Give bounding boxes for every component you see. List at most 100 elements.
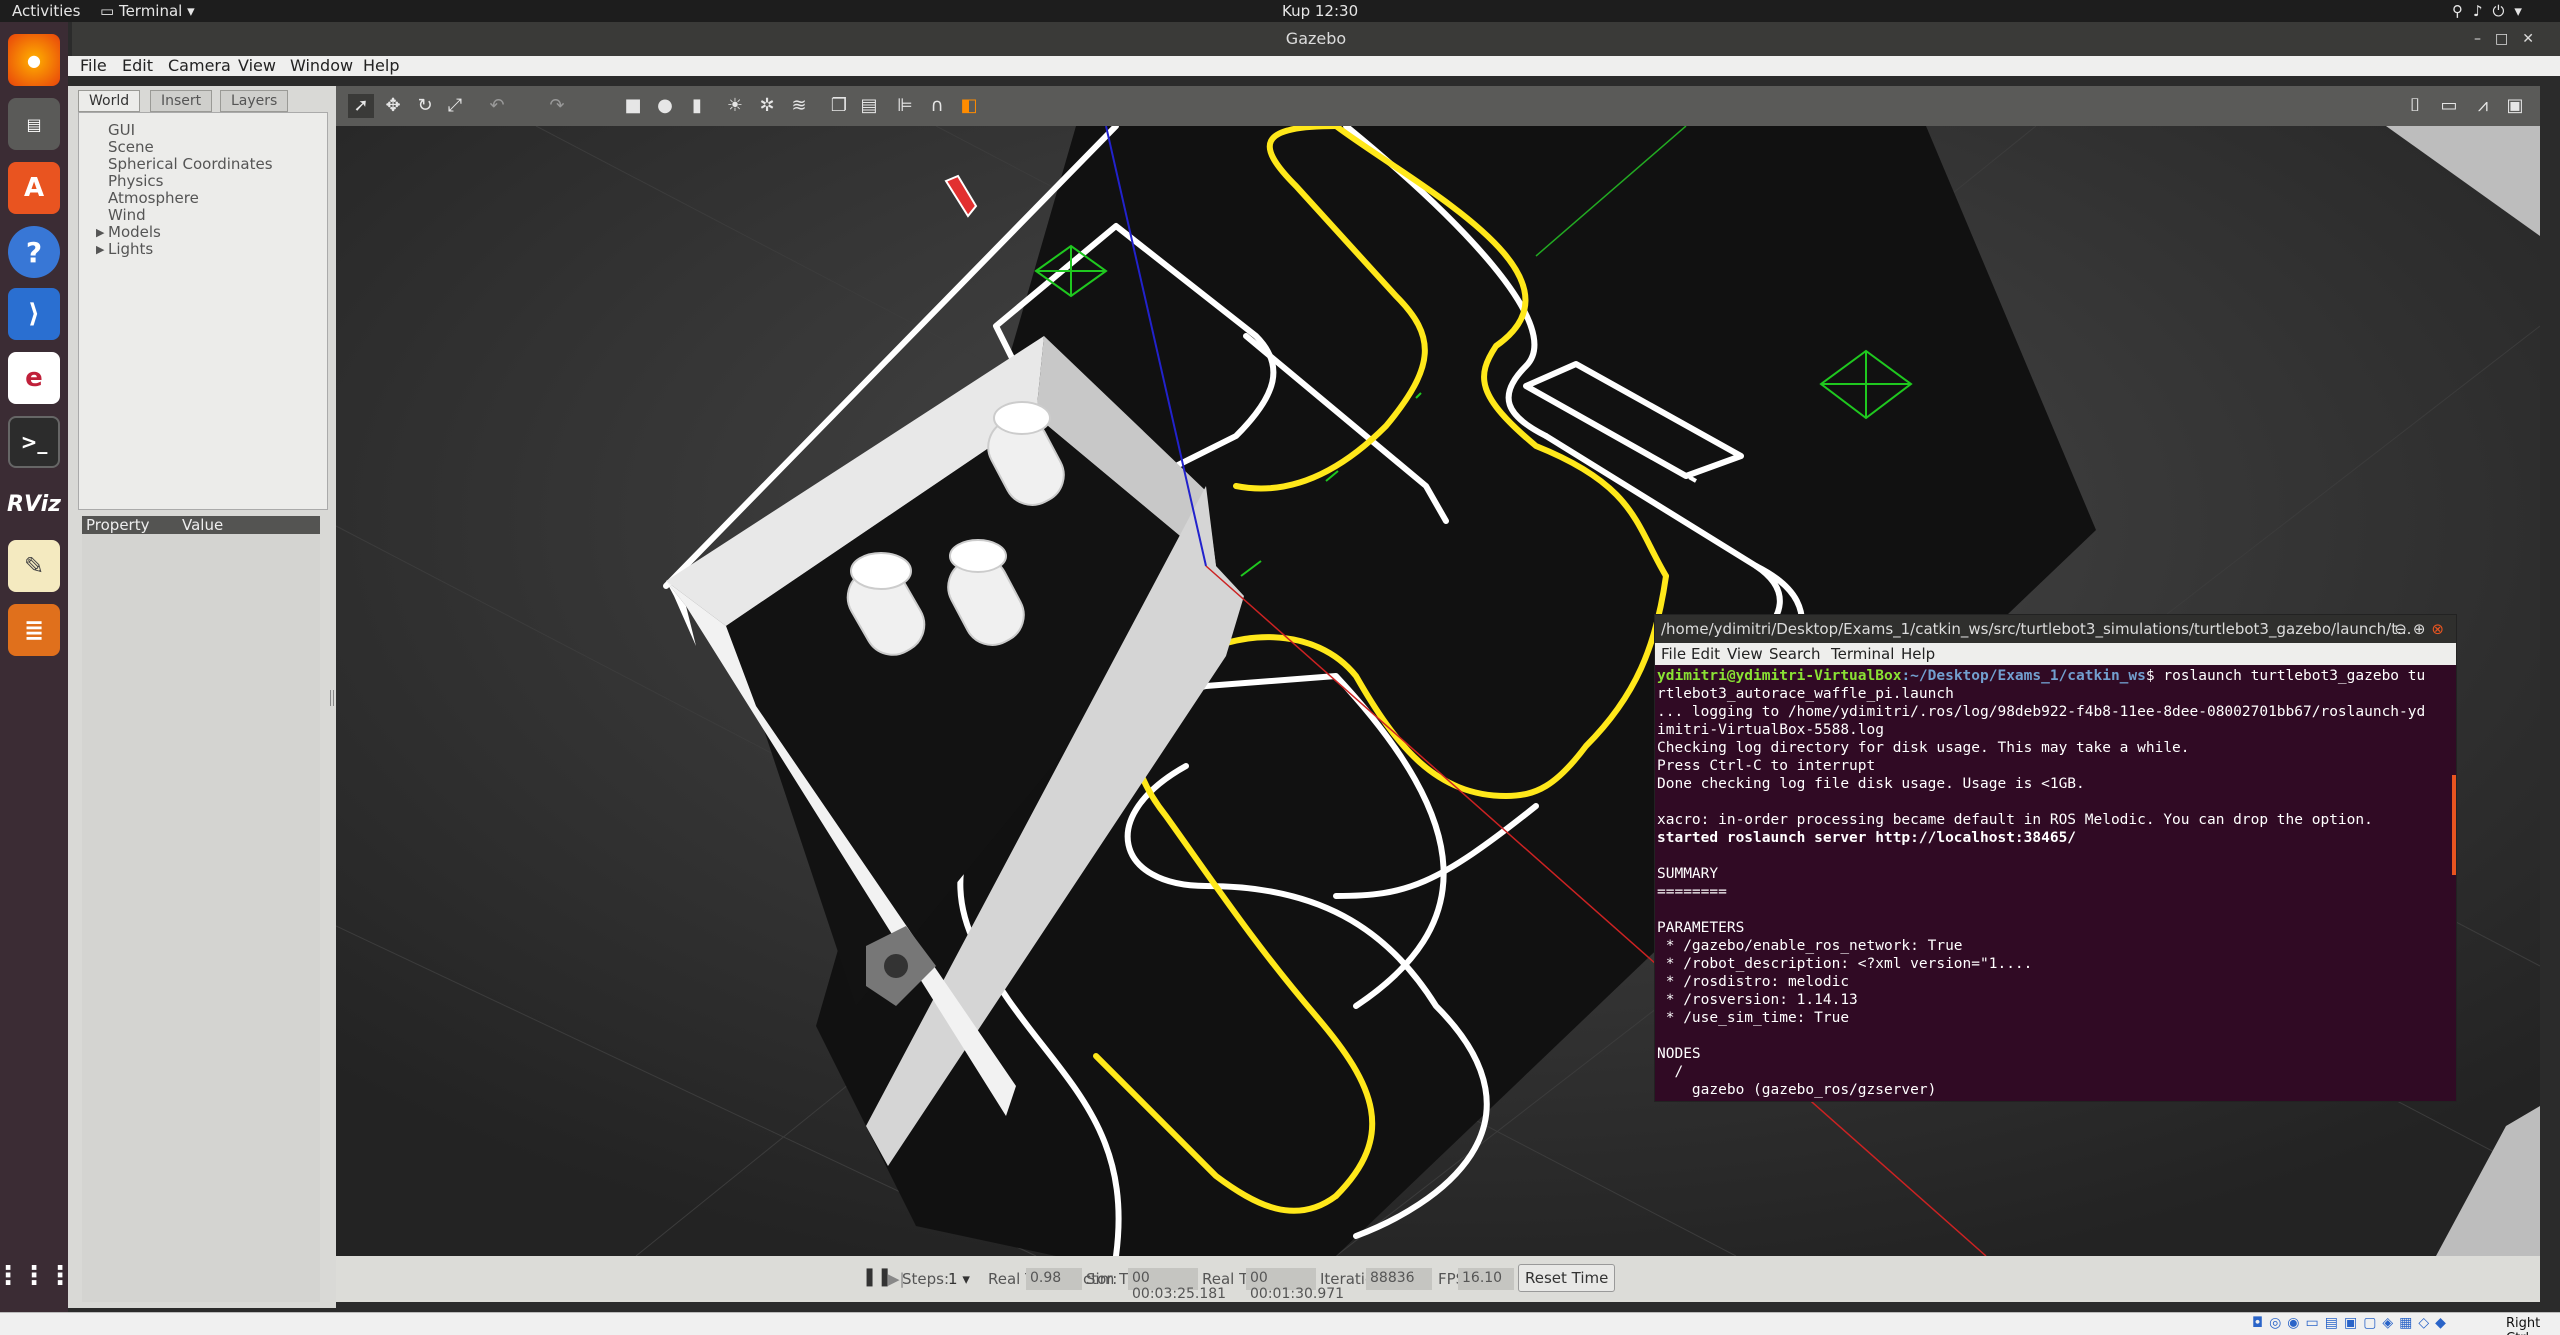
output-line: * /gazebo/enable_ros_network: True (1657, 938, 1963, 954)
menu-edit[interactable]: Edit (122, 56, 153, 75)
app-menu-label: Terminal (118, 2, 183, 20)
vbox-status-bar: ◘◎◉▭▤▣▢◈▦◇◆ Right Ctrl (0, 1312, 2560, 1335)
editor-icon[interactable]: e (8, 352, 60, 404)
reset-time-button[interactable]: Reset Time (1518, 1264, 1616, 1292)
desktop: { "topbar": {"activities": "Activities",… (0, 0, 2560, 1335)
notes-icon[interactable]: ✎ (8, 540, 60, 592)
log-icon[interactable]: ▭ (2436, 94, 2462, 118)
output-line: SUMMARY (1657, 866, 1719, 882)
help-icon[interactable]: ? (8, 226, 60, 278)
window-titlebar: Gazebo –□✕ (72, 22, 2560, 56)
terminal-menubar: File Edit View Search Terminal Help (1655, 643, 2456, 665)
app-menu[interactable]: ▭ Terminal ▾ (100, 2, 195, 20)
undo-icon[interactable]: ↶ (484, 94, 510, 118)
tree-item-spherical-coordinates[interactable]: Spherical Coordinates (108, 156, 273, 173)
output-line: imitri-VirtualBox-5588.log (1657, 722, 1884, 738)
top-bar: Activities ▭ Terminal ▾ Kup 12:30 ⚲♪⏻▾ (0, 0, 2560, 22)
change-view-icon[interactable]: ◧ (956, 94, 982, 118)
system-tray[interactable]: ⚲♪⏻▾ (2452, 2, 2532, 20)
menubar: File Edit Camera View Window Help (68, 56, 2560, 76)
translate-mode-icon[interactable]: ✥ (380, 94, 406, 118)
spot-light-icon[interactable]: ✲ (754, 94, 780, 118)
terminal-output[interactable]: ydimitri@ydimitri-VirtualBox:~/Desktop/E… (1655, 667, 2456, 1101)
paste-icon[interactable]: ▤ (856, 94, 882, 118)
video-record-icon[interactable]: ▣ (2502, 94, 2528, 118)
sim-status-bar: ❚❚ ▶| Steps: 1 ▾ Real Time Factor: 0.98 … (336, 1256, 2540, 1302)
steps-value: 1 (948, 1270, 958, 1288)
terminal-scrollbar[interactable] (2452, 775, 2456, 875)
firefox-icon[interactable]: ● (8, 34, 60, 86)
menu-help[interactable]: Help (363, 56, 399, 75)
tree-item-wind[interactable]: Wind (108, 207, 273, 224)
tree-item-atmosphere[interactable]: Atmosphere (108, 190, 273, 207)
menu-file[interactable]: File (80, 56, 107, 75)
output-line: * /rosdistro: melodic (1657, 974, 1850, 990)
stack-icon[interactable]: ≣ (8, 604, 60, 656)
clock[interactable]: Kup 12:30 (1282, 2, 1358, 20)
terminal-menu-search[interactable]: Search (1769, 645, 1821, 663)
menu-view[interactable]: View (238, 56, 276, 75)
tree-item-lights[interactable]: ▶ Lights (96, 241, 273, 258)
window-controls[interactable]: –□✕ (2474, 22, 2548, 56)
tab-layers[interactable]: Layers (220, 90, 289, 112)
prompt-path: :~/Desktop/Exams_1/catkin_ws (1901, 668, 2146, 684)
output-line: Press Ctrl-C to interrupt (1657, 758, 1876, 774)
terminal-title: /home/ydimitri/Desktop/Exams_1/catkin_ws… (1661, 620, 2412, 638)
terminal-titlebar: /home/ydimitri/Desktop/Exams_1/catkin_ws… (1655, 615, 2456, 643)
files-icon[interactable]: ▤ (8, 98, 60, 150)
tree-item-scene[interactable]: Scene (108, 139, 273, 156)
point-light-icon[interactable]: ☀ (722, 94, 748, 118)
plot-icon[interactable]: ⩘ (2470, 94, 2496, 118)
fps-value: 16.10 (1458, 1268, 1514, 1290)
sphere-shape-icon[interactable]: ● (652, 94, 678, 118)
rotate-mode-icon[interactable]: ↻ (412, 94, 438, 118)
vbox-device-icons[interactable]: ◘◎◉▭▤▣▢◈▦◇◆ (2252, 1315, 2452, 1331)
tab-world[interactable]: World (78, 90, 141, 112)
real-time-value: 00 00:01:30.971 (1246, 1268, 1344, 1302)
screenshot-icon[interactable]: ⌷ (2402, 94, 2428, 118)
tree-item-models[interactable]: ▶ Models (96, 223, 273, 241)
select-mode-icon[interactable]: ➚ (348, 94, 374, 118)
expand-arrow-icon[interactable]: ▶ (96, 241, 104, 258)
tree-label-models: Models (108, 223, 161, 241)
rviz-icon[interactable]: RViz (7, 478, 61, 530)
activities-button[interactable]: Activities (12, 2, 80, 20)
tree-item-gui[interactable]: GUI (108, 122, 273, 139)
apps-grid-icon[interactable]: ⋮⋮⋮ (0, 1250, 73, 1302)
property-column-header: Property (86, 516, 150, 534)
menu-window[interactable]: Window (290, 56, 353, 75)
prompt-user: ydimitri@ydimitri-VirtualBox (1657, 668, 1902, 684)
cylinder-shape-icon[interactable]: ▮ (684, 94, 710, 118)
terminal-window-controls[interactable]: ⊖⊕⊗ (2394, 615, 2450, 643)
tab-insert[interactable]: Insert (150, 90, 213, 112)
output-line: xacro: in-order processing became defaul… (1657, 812, 2373, 828)
window-title: Gazebo (1285, 29, 1347, 48)
terminal-menu-edit[interactable]: Edit (1691, 645, 1720, 663)
copy-icon[interactable]: ❐ (826, 94, 852, 118)
box-shape-icon[interactable]: ■ (620, 94, 646, 118)
output-line: * /use_sim_time: True (1657, 1010, 1850, 1026)
steps-spinbox[interactable]: 1 ▾ (948, 1270, 970, 1288)
output-line: / (1657, 1064, 1684, 1080)
software-icon[interactable]: A (8, 162, 60, 214)
panel-splitter[interactable] (330, 690, 334, 706)
align-icon[interactable]: ⊫ (892, 94, 918, 118)
output-line: rtlebot3_autorace_waffle_pi.launch (1657, 686, 1954, 702)
tree-item-physics[interactable]: Physics (108, 173, 273, 190)
redo-icon[interactable]: ↷ (544, 94, 570, 118)
terminal-menu-file[interactable]: File (1661, 645, 1686, 663)
terminal-menu-help[interactable]: Help (1901, 645, 1935, 663)
command-text: $ roslaunch turtlebot3_gazebo tu (2145, 668, 2426, 684)
terminal-menu-view[interactable]: View (1727, 645, 1763, 663)
scale-mode-icon[interactable]: ⤢ (442, 94, 468, 118)
terminal-icon[interactable]: >_ (8, 416, 60, 468)
output-line: PARAMETERS (1657, 920, 1745, 936)
terminal-menu-terminal[interactable]: Terminal (1831, 645, 1894, 663)
snap-icon[interactable]: ∩ (924, 94, 950, 118)
rtf-value: 0.98 (1026, 1268, 1082, 1290)
vscode-icon[interactable]: ⟩ (8, 288, 60, 340)
menu-camera[interactable]: Camera (168, 56, 231, 75)
expand-arrow-icon[interactable]: ▶ (96, 224, 104, 241)
terminal-window[interactable]: /home/ydimitri/Desktop/Exams_1/catkin_ws… (1654, 614, 2457, 1102)
directional-light-icon[interactable]: ≋ (786, 94, 812, 118)
